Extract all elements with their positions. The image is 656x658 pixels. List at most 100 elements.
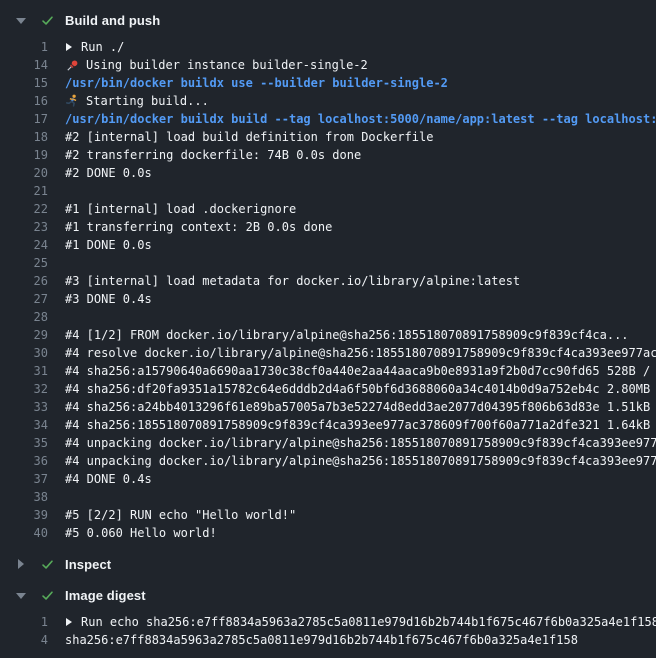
- line-text: Using builder instance builder-single-2: [86, 56, 368, 74]
- line-number[interactable]: 25: [0, 254, 48, 272]
- section-header[interactable]: Inspect: [0, 554, 656, 574]
- line-number[interactable]: 27: [0, 290, 48, 308]
- log-line: 36#4 unpacking docker.io/library/alpine@…: [0, 452, 656, 470]
- line-number[interactable]: 31: [0, 362, 48, 380]
- line-content: #4 sha256:df20fa9351a15782c64e6dddb2d4a6…: [48, 380, 656, 398]
- chevron-right-icon[interactable]: [16, 559, 26, 569]
- line-number[interactable]: 24: [0, 236, 48, 254]
- log-section: Inspect: [0, 554, 656, 574]
- line-text: Run ./: [81, 38, 124, 56]
- line-number[interactable]: 36: [0, 452, 48, 470]
- log-line: 31#4 sha256:a15790640a6690aa1730c38cf0a4…: [0, 362, 656, 380]
- line-text: #3 [internal] load metadata for docker.i…: [65, 272, 520, 290]
- line-text: #4 unpacking docker.io/library/alpine@sh…: [65, 434, 656, 452]
- line-number[interactable]: 28: [0, 308, 48, 326]
- line-content: #2 transferring dockerfile: 74B 0.0s don…: [48, 146, 656, 164]
- log-line: 38: [0, 488, 656, 506]
- line-number[interactable]: 32: [0, 380, 48, 398]
- line-number[interactable]: 37: [0, 470, 48, 488]
- log-line: 14 Using builder instance builder-single-…: [0, 56, 656, 74]
- line-number[interactable]: 19: [0, 146, 48, 164]
- section-title: Image digest: [65, 588, 146, 603]
- line-number[interactable]: 21: [0, 182, 48, 200]
- line-number[interactable]: 15: [0, 74, 48, 92]
- log-line: 35 #4 unpacking docker.io/library/alpine@…: [0, 434, 656, 452]
- line-content: #1 DONE 0.0s: [48, 236, 656, 254]
- run-expander-icon[interactable]: [66, 618, 72, 626]
- line-content: sha256:e7ff8834a5963a2785c5a0811e979d16b…: [48, 631, 656, 649]
- log-line: 28: [0, 308, 656, 326]
- run-expander-icon[interactable]: [66, 43, 72, 51]
- log-line: 30#4 resolve docker.io/library/alpine@sh…: [0, 344, 656, 362]
- line-content: [48, 308, 656, 326]
- line-number[interactable]: 14: [0, 56, 48, 74]
- log-line: 21: [0, 182, 656, 200]
- line-number[interactable]: 17: [0, 110, 48, 128]
- line-content: #4 sha256:a24bb4013296f61e89ba57005a7b3e…: [48, 398, 656, 416]
- line-number[interactable]: 33: [0, 398, 48, 416]
- line-text: #4 DONE 0.4s: [65, 470, 152, 488]
- line-number[interactable]: 18: [0, 128, 48, 146]
- line-number[interactable]: 35: [0, 434, 48, 452]
- chevron-down-icon[interactable]: [16, 590, 26, 600]
- log-section: Image digest 1 Run echo sha256:e7ff8834a59…: [0, 585, 656, 658]
- line-number[interactable]: 16: [0, 92, 48, 110]
- log-line: 23#1 transferring context: 2B 0.0s done: [0, 218, 656, 236]
- log-line: 40#5 0.060 Hello world!: [0, 524, 656, 542]
- log-line: 18#2 [internal] load build definition fr…: [0, 128, 656, 146]
- line-number[interactable]: 1: [0, 38, 48, 56]
- line-content: Run echo sha256:e7ff8834a5963a2785c5a081…: [48, 613, 656, 631]
- line-number[interactable]: 23: [0, 218, 48, 236]
- section-log-body: 1 Run ./ 14 Using builder instance builder-…: [0, 30, 656, 554]
- check-icon: [40, 13, 54, 27]
- line-number[interactable]: 38: [0, 488, 48, 506]
- line-content: #4 unpacking docker.io/library/alpine@sh…: [48, 452, 656, 470]
- log-line: 34 #4 sha256:185518070891758909c9f839cf4c…: [0, 416, 656, 434]
- line-text: #4 sha256:185518070891758909c9f839cf4ca3…: [65, 416, 656, 434]
- line-content: Starting build...: [48, 92, 656, 110]
- line-text: /usr/bin/docker buildx use --builder bui…: [65, 74, 448, 92]
- line-number[interactable]: 34: [0, 416, 48, 434]
- pushpin-icon: [65, 58, 79, 72]
- line-content: #2 DONE 0.0s: [48, 164, 656, 182]
- section-header[interactable]: Build and push: [0, 10, 656, 30]
- line-content: #5 0.060 Hello world!: [48, 524, 656, 542]
- line-number[interactable]: 1: [0, 613, 48, 631]
- log-line: 22#1 [internal] load .dockerignore: [0, 200, 656, 218]
- log-line: 25: [0, 254, 656, 272]
- line-text: Run echo sha256:e7ff8834a5963a2785c5a081…: [81, 613, 656, 631]
- log-line: 32 #4 sha256:df20fa9351a15782c64e6dddb2d4…: [0, 380, 656, 398]
- line-text: #2 DONE 0.0s: [65, 164, 152, 182]
- line-number[interactable]: 30: [0, 344, 48, 362]
- line-number[interactable]: 4: [0, 631, 48, 649]
- line-content: #4 resolve docker.io/library/alpine@sha2…: [48, 344, 656, 362]
- line-content: /usr/bin/docker buildx build --tag local…: [48, 110, 656, 128]
- line-text: #5 [2/2] RUN echo "Hello world!": [65, 506, 296, 524]
- line-content: #3 [internal] load metadata for docker.i…: [48, 272, 656, 290]
- log-line: 4sha256:e7ff8834a5963a2785c5a0811e979d16…: [0, 631, 656, 649]
- line-content: #3 DONE 0.4s: [48, 290, 656, 308]
- line-content: Run ./: [48, 38, 656, 56]
- section-title: Inspect: [65, 557, 111, 572]
- log-line: 20 #2 DONE 0.0s: [0, 164, 656, 182]
- line-number[interactable]: 29: [0, 326, 48, 344]
- log-line: 1 Run ./: [0, 38, 656, 56]
- section-header[interactable]: Image digest: [0, 585, 656, 605]
- line-text: /usr/bin/docker buildx build --tag local…: [65, 110, 656, 128]
- line-number[interactable]: 22: [0, 200, 48, 218]
- line-text: Starting build...: [86, 92, 209, 110]
- chevron-down-icon[interactable]: [16, 15, 26, 25]
- line-text: #4 sha256:a24bb4013296f61e89ba57005a7b3e…: [65, 398, 656, 416]
- line-content: [48, 488, 656, 506]
- line-number[interactable]: 39: [0, 506, 48, 524]
- line-number[interactable]: 26: [0, 272, 48, 290]
- line-content: #1 [internal] load .dockerignore: [48, 200, 656, 218]
- log-line: 27#3 DONE 0.4s: [0, 290, 656, 308]
- runner-icon: [65, 94, 79, 108]
- log-line: 15/usr/bin/docker buildx use --builder b…: [0, 74, 656, 92]
- line-number[interactable]: 40: [0, 524, 48, 542]
- line-number[interactable]: 20: [0, 164, 48, 182]
- log-line: 1 Run echo sha256:e7ff8834a5963a2785c5a08…: [0, 613, 656, 631]
- line-content: #2 [internal] load build definition from…: [48, 128, 656, 146]
- line-text: #4 sha256:df20fa9351a15782c64e6dddb2d4a6…: [65, 380, 656, 398]
